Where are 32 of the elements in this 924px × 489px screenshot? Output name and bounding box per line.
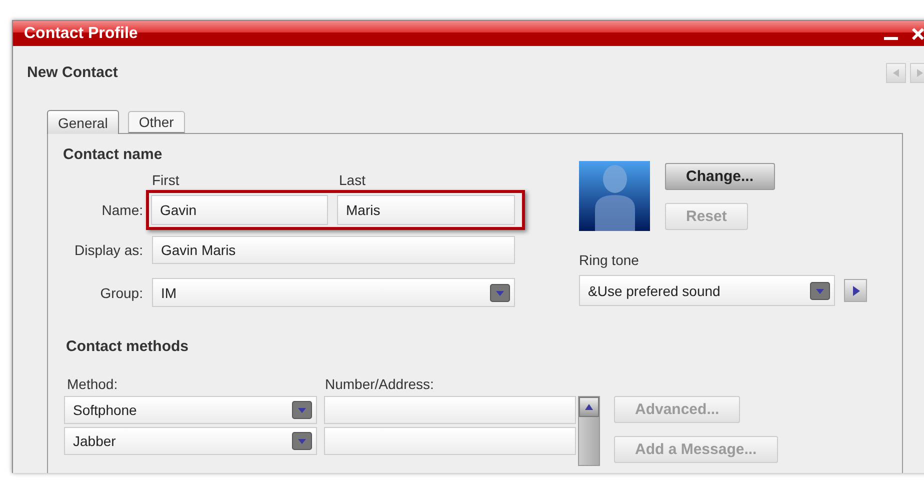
method-dropdown[interactable]: Jabber: [64, 427, 317, 455]
address-field[interactable]: [324, 396, 576, 424]
up-arrow-icon: [584, 403, 594, 411]
field-label: Display as:: [74, 242, 144, 258]
close-icon[interactable]: [911, 26, 924, 40]
field-label: Ring tone: [579, 252, 640, 268]
column-label: Number/Address:: [325, 376, 434, 394]
field-label: Last: [339, 172, 366, 188]
right-arrow-icon: [916, 68, 924, 78]
section-heading: Contact methods: [65, 337, 190, 357]
field-label: Name:: [100, 202, 144, 218]
window-title: Contact Profile: [24, 24, 139, 42]
play-button[interactable]: [844, 279, 867, 302]
ring-tone-dropdown[interactable]: &Use prefered sound: [579, 275, 835, 306]
play-icon: [850, 284, 860, 296]
address-field[interactable]: [324, 427, 576, 455]
tab[interactable]: Other: [128, 111, 185, 133]
tab[interactable]: General: [47, 110, 119, 134]
method-dropdown[interactable]: Softphone: [64, 396, 317, 424]
photo-button[interactable]: Change...: [665, 163, 775, 190]
section-heading: Contact name: [62, 145, 164, 165]
group-dropdown[interactable]: IM: [152, 278, 515, 307]
field-label: First: [152, 172, 180, 188]
column-label: Method:: [67, 376, 119, 394]
scrollbar[interactable]: [578, 396, 600, 466]
scroll-up-button[interactable]: [579, 397, 599, 417]
left-arrow-icon: [892, 68, 900, 78]
field-label: Group:: [99, 284, 144, 300]
display-name-field[interactable]: Gavin Maris: [152, 236, 515, 264]
contact-title: New Contact: [27, 64, 118, 81]
first-name-field[interactable]: Gavin: [151, 195, 328, 225]
last-name-field[interactable]: Maris: [337, 195, 515, 225]
